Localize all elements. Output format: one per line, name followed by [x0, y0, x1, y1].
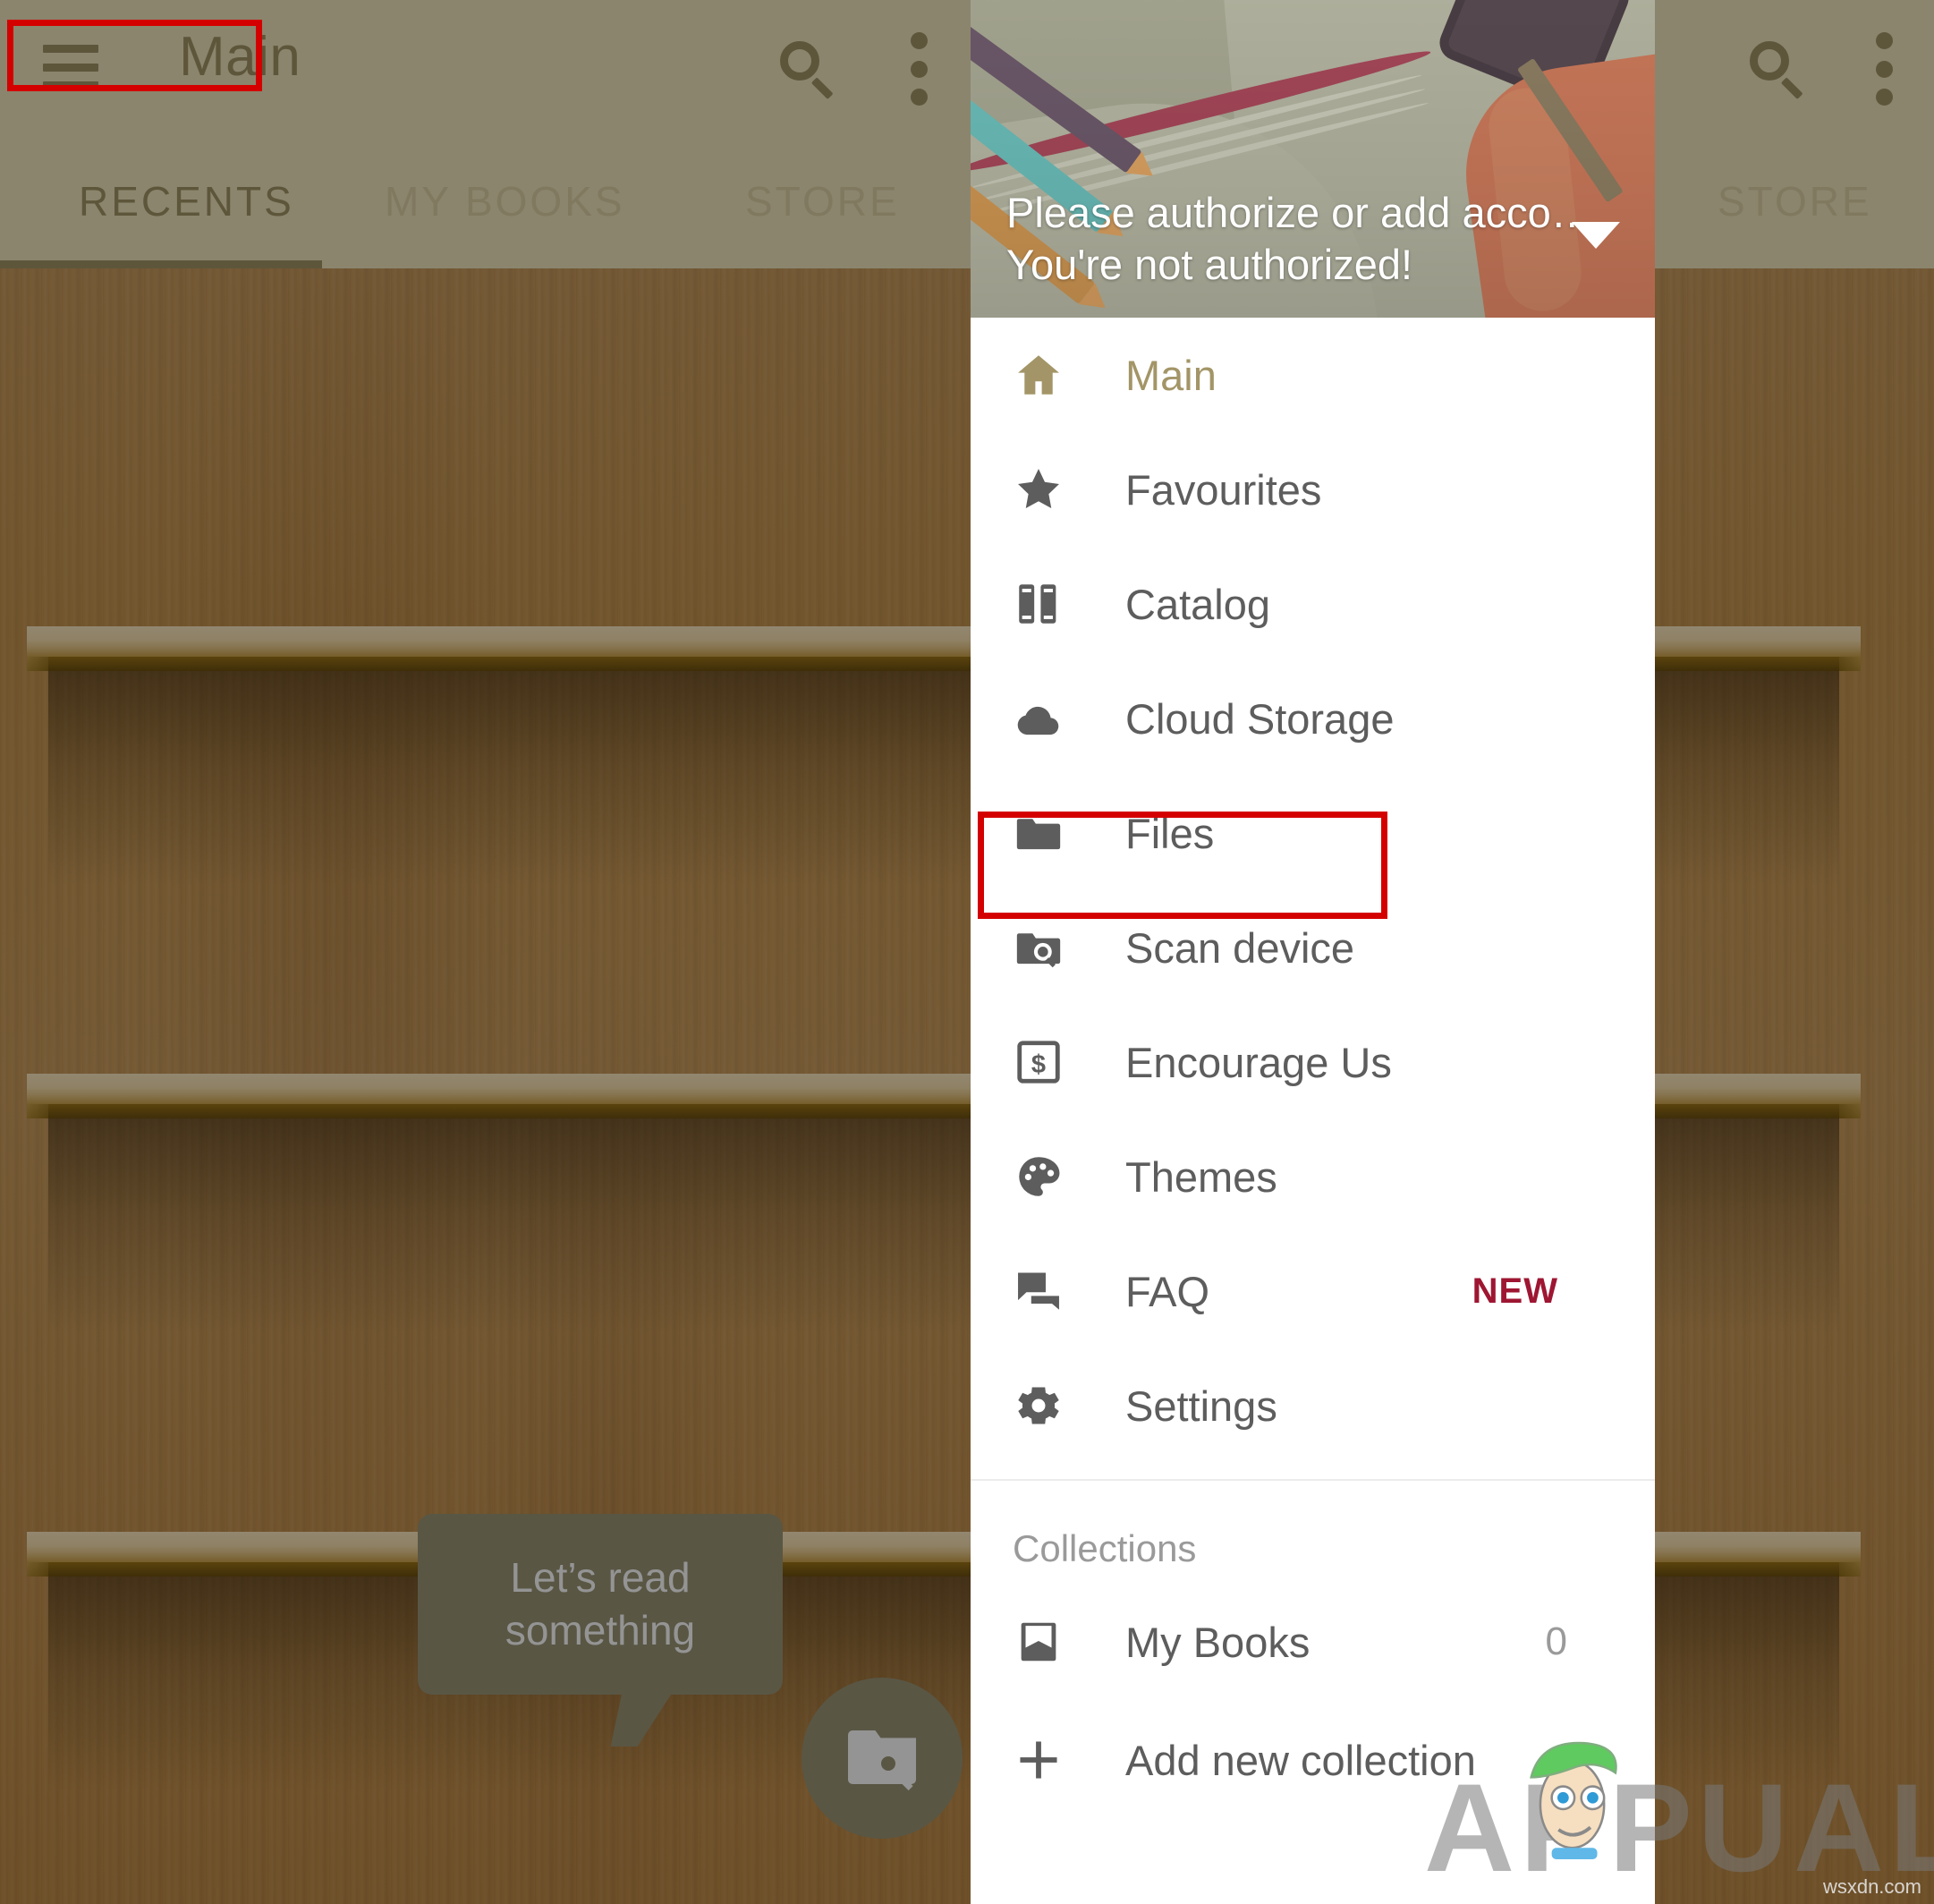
drawer-item-label: Main: [1125, 351, 1217, 399]
drawer-item-label: Themes: [1125, 1152, 1277, 1201]
collections-section-label: Collections: [1013, 1527, 1197, 1569]
gear-icon: [1013, 1380, 1065, 1432]
chevron-down-icon[interactable]: [1572, 222, 1620, 249]
drawer-item-scan-device[interactable]: Scan device: [971, 890, 1655, 1005]
account-status-text: You're not authorized!: [1006, 241, 1413, 288]
drawer-item-label: Scan device: [1125, 923, 1355, 972]
drawer-item-my-books[interactable]: My Books 0: [971, 1583, 1655, 1701]
chat-icon: [1013, 1265, 1065, 1317]
drawer-item-main[interactable]: Main: [971, 318, 1655, 432]
account-prompt-text: Please authorize or add acco…: [1006, 189, 1593, 236]
drawer-item-themes[interactable]: Themes: [971, 1119, 1655, 1234]
bookmark-icon: [1013, 1616, 1065, 1668]
books-icon: [1013, 578, 1065, 630]
drawer-account-header[interactable]: Please authorize or add acco… You're not…: [971, 0, 1655, 318]
drawer-item-label: Favourites: [1125, 465, 1322, 514]
navigation-drawer: Please authorize or add acco… You're not…: [971, 0, 1655, 1904]
drawer-nav-list: Main Favourites Catalog Cloud Storage Fi…: [971, 318, 1655, 1819]
drawer-item-label: Add new collection: [1125, 1736, 1476, 1784]
drawer-item-catalog[interactable]: Catalog: [971, 547, 1655, 661]
drawer-item-label: Files: [1125, 809, 1215, 857]
status-badge: NEW: [1472, 1271, 1558, 1311]
drawer-item-label: Cloud Storage: [1125, 694, 1395, 743]
drawer-item-label: FAQ: [1125, 1267, 1210, 1315]
my-books-count: 0: [1545, 1619, 1567, 1663]
plus-icon: [1013, 1734, 1065, 1786]
drawer-item-label: My Books: [1125, 1618, 1311, 1666]
star-icon: [1013, 463, 1065, 515]
drawer-item-encourage-us[interactable]: $ Encourage Us: [971, 1005, 1655, 1119]
drawer-item-label: Settings: [1125, 1381, 1277, 1430]
money-icon: $: [1013, 1036, 1065, 1088]
drawer-item-files[interactable]: Files: [971, 776, 1655, 890]
drawer-item-label: Encourage Us: [1125, 1038, 1392, 1086]
source-url-text: wsxdn.com: [1822, 1875, 1921, 1898]
folder-icon: [1013, 807, 1065, 859]
folder-search-icon: [1013, 922, 1065, 973]
drawer-item-favourites[interactable]: Favourites: [971, 432, 1655, 547]
drawer-item-add-collection[interactable]: Add new collection: [971, 1701, 1655, 1819]
drawer-item-settings[interactable]: Settings: [971, 1348, 1655, 1463]
palette-icon: [1013, 1151, 1065, 1203]
home-icon: [1013, 349, 1065, 401]
drawer-item-label: Catalog: [1125, 580, 1270, 628]
drawer-item-cloud-storage[interactable]: Cloud Storage: [971, 661, 1655, 776]
drawer-item-faq[interactable]: FAQ NEW: [971, 1234, 1655, 1348]
svg-text:$: $: [1031, 1050, 1046, 1079]
cloud-icon: [1013, 693, 1065, 744]
screen: Let’s read something Main RECENTS MY BOO…: [0, 0, 1934, 1904]
